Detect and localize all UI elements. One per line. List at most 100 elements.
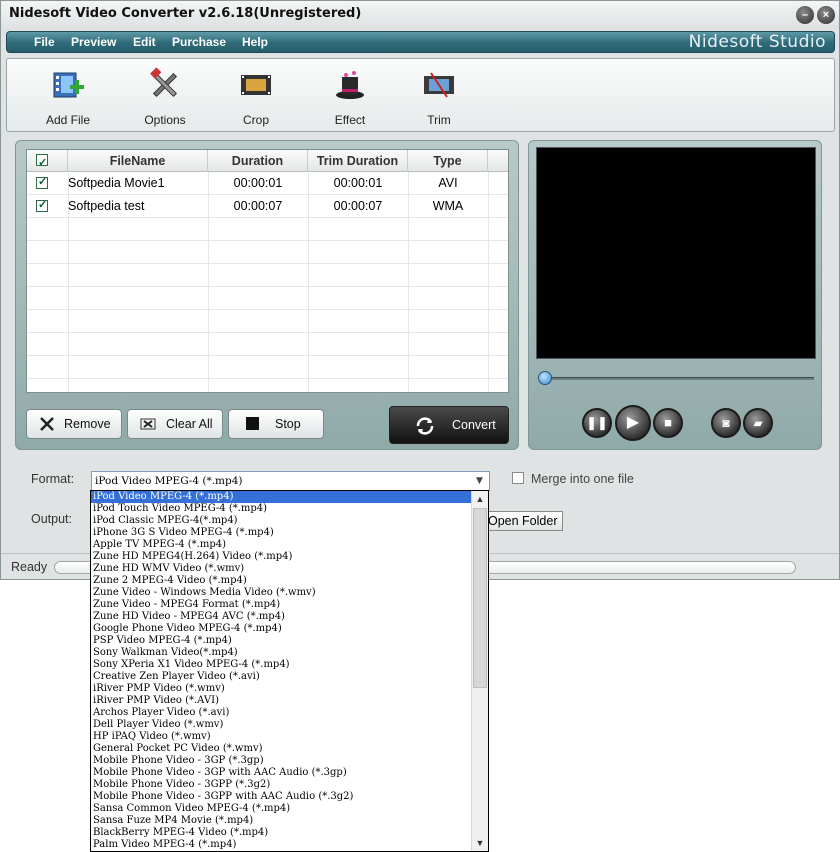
- format-option[interactable]: Mobile Phone Video - 3GP (*.3gp): [91, 755, 472, 767]
- format-option[interactable]: Zune HD MPEG4(H.264) Video (*.mp4): [91, 551, 472, 563]
- row-filename: Softpedia test: [68, 199, 145, 213]
- format-option[interactable]: Zune Video - Windows Media Video (*.wmv): [91, 587, 472, 599]
- select-all-checkbox[interactable]: [36, 152, 48, 174]
- format-option[interactable]: Zune HD Video - MPEG4 AVC (*.mp4): [91, 611, 472, 623]
- format-option[interactable]: Sansa Common Video MPEG-4 (*.mp4): [91, 803, 472, 815]
- header-type[interactable]: Type: [408, 150, 488, 172]
- remove-label: Remove: [64, 417, 111, 431]
- dropdown-scrollbar[interactable]: ▲ ▼: [471, 491, 488, 851]
- stop-playback-button[interactable]: ■: [653, 408, 683, 438]
- table-row[interactable]: Softpedia test 00:00:07 00:00:07 WMA: [27, 195, 508, 218]
- stop-icon: [246, 417, 259, 430]
- row-trim-duration: 00:00:01: [333, 176, 383, 190]
- options-button[interactable]: Options: [125, 67, 205, 127]
- folder-icon: ▰: [753, 416, 763, 430]
- play-button[interactable]: ▶: [615, 405, 651, 441]
- effect-label: Effect: [334, 113, 366, 127]
- add-file-button[interactable]: Add File: [28, 67, 108, 127]
- format-option[interactable]: Sony Walkman Video(*.mp4): [91, 647, 472, 659]
- crop-label: Crop: [242, 113, 269, 127]
- preview-panel: ❚❚ ▶ ■ ◙ ▰: [528, 140, 822, 450]
- format-select[interactable]: iPod Video MPEG-4 (*.mp4) ▼: [91, 471, 490, 491]
- convert-button[interactable]: Convert: [389, 406, 509, 444]
- open-folder-label: Open Folder: [488, 514, 558, 528]
- merge-checkbox[interactable]: [512, 472, 524, 484]
- format-option[interactable]: Mobile Phone Video - 3GP with AAC Audio …: [91, 767, 472, 779]
- format-option[interactable]: Google Phone Video MPEG-4 (*.mp4): [91, 623, 472, 635]
- add-file-label: Add File: [45, 113, 91, 127]
- pause-button[interactable]: ❚❚: [582, 408, 612, 438]
- scroll-thumb[interactable]: [473, 508, 487, 688]
- video-preview: [536, 147, 816, 359]
- format-option[interactable]: Sony XPeria X1 Video MPEG-4 (*.mp4): [91, 659, 472, 671]
- format-option[interactable]: Sansa Fuze MP4 Movie (*.mp4): [91, 815, 472, 827]
- format-option[interactable]: Mobile Phone Video - 3GPP with AAC Audio…: [91, 791, 472, 803]
- minimize-button[interactable]: –: [796, 6, 814, 24]
- format-option[interactable]: Creative Zen Player Video (*.avi): [91, 671, 472, 683]
- chevron-down-icon[interactable]: ▼: [472, 473, 487, 489]
- trim-button[interactable]: Trim: [399, 67, 479, 127]
- format-option[interactable]: PSP Video MPEG-4 (*.mp4): [91, 635, 472, 647]
- scroll-down-icon[interactable]: ▼: [472, 835, 488, 851]
- format-option[interactable]: Zune HD WMV Video (*.wmv): [91, 563, 472, 575]
- header-filename[interactable]: FileName: [68, 150, 208, 172]
- open-folder-button[interactable]: Open Folder: [479, 511, 563, 531]
- format-option[interactable]: HP iPAQ Video (*.wmv): [91, 731, 472, 743]
- format-option[interactable]: Zune 2 MPEG-4 Video (*.mp4): [91, 575, 472, 587]
- format-option[interactable]: Dell Player Video (*.wmv): [91, 719, 472, 731]
- film-trim-icon: [424, 72, 454, 98]
- file-list-panel: FileName Duration Trim Duration Type Sof…: [15, 140, 519, 450]
- snapshot-button[interactable]: ◙: [711, 408, 741, 438]
- format-option[interactable]: BlackBerry MPEG-4 Video (*.mp4): [91, 827, 472, 839]
- menu-help[interactable]: Help: [242, 35, 268, 49]
- format-option[interactable]: iRiver PMP Video (*.wmv): [91, 683, 472, 695]
- snapshot-folder-button[interactable]: ▰: [743, 408, 773, 438]
- effect-button[interactable]: Effect: [310, 67, 390, 127]
- crop-button[interactable]: Crop: [216, 67, 296, 127]
- format-option[interactable]: iPod Video MPEG-4 (*.mp4): [91, 491, 472, 503]
- format-option[interactable]: General Pocket PC Video (*.wmv): [91, 743, 472, 755]
- scroll-up-icon[interactable]: ▲: [472, 491, 488, 507]
- format-option[interactable]: Mobile Phone Video - 3GPP (*.3g2): [91, 779, 472, 791]
- menu-edit[interactable]: Edit: [133, 35, 156, 49]
- stop-button[interactable]: Stop: [228, 409, 324, 439]
- menu-preview[interactable]: Preview: [71, 35, 116, 49]
- format-option[interactable]: iPod Touch Video MPEG-4 (*.mp4): [91, 503, 472, 515]
- header-duration[interactable]: Duration: [208, 150, 308, 172]
- window-title: Nidesoft Video Converter v2.6.18(Unregis…: [9, 6, 362, 21]
- menu-purchase[interactable]: Purchase: [172, 35, 226, 49]
- file-table: FileName Duration Trim Duration Type Sof…: [26, 149, 509, 393]
- remove-button[interactable]: Remove: [26, 409, 122, 439]
- brand-logo-text: Nidesoft Studio: [688, 32, 826, 52]
- format-dropdown-list: iPod Video MPEG-4 (*.mp4) iPod Touch Vide…: [90, 490, 489, 852]
- table-row[interactable]: Softpedia Movie1 00:00:01 00:00:01 AVI: [27, 172, 508, 195]
- menu-file[interactable]: File: [34, 35, 55, 49]
- format-option[interactable]: Apple TV MPEG-4 (*.mp4): [91, 539, 472, 551]
- row-filename: Softpedia Movie1: [68, 176, 165, 190]
- row-checkbox[interactable]: [36, 198, 48, 212]
- magic-hat-icon: [336, 71, 364, 99]
- format-option[interactable]: iPod Classic MPEG-4(*.mp4): [91, 515, 472, 527]
- format-option[interactable]: iPhone 3G S Video MPEG-4 (*.mp4): [91, 527, 472, 539]
- format-option[interactable]: iRiver PMP Video (*.AVI): [91, 695, 472, 707]
- format-option[interactable]: Palm Video MPEG-4 (*.mp4): [91, 839, 472, 851]
- stop-square-icon: ■: [664, 415, 672, 430]
- seek-handle[interactable]: [538, 371, 552, 385]
- close-button[interactable]: ×: [817, 6, 835, 24]
- row-checkbox[interactable]: [36, 175, 48, 189]
- tools-icon: [150, 67, 178, 98]
- format-option[interactable]: Archos Player Video (*.avi): [91, 707, 472, 719]
- pause-icon: ❚❚: [586, 415, 608, 430]
- camera-icon: ◙: [722, 416, 730, 430]
- menu-bar: File Preview Edit Purchase Help Nidesoft…: [6, 31, 835, 53]
- status-text: Ready: [11, 560, 48, 574]
- header-trim-duration[interactable]: Trim Duration: [308, 150, 408, 172]
- format-option[interactable]: Zune Video - MPEG4 Format (*.mp4): [91, 599, 472, 611]
- row-type: WMA: [432, 199, 464, 213]
- row-trim-duration: 00:00:07: [333, 199, 383, 213]
- row-duration: 00:00:07: [233, 199, 283, 213]
- seek-bar[interactable]: [539, 377, 814, 380]
- output-label: Output:: [31, 512, 72, 526]
- clear-all-button[interactable]: Clear All: [127, 409, 223, 439]
- clear-all-label: Clear All: [166, 417, 213, 431]
